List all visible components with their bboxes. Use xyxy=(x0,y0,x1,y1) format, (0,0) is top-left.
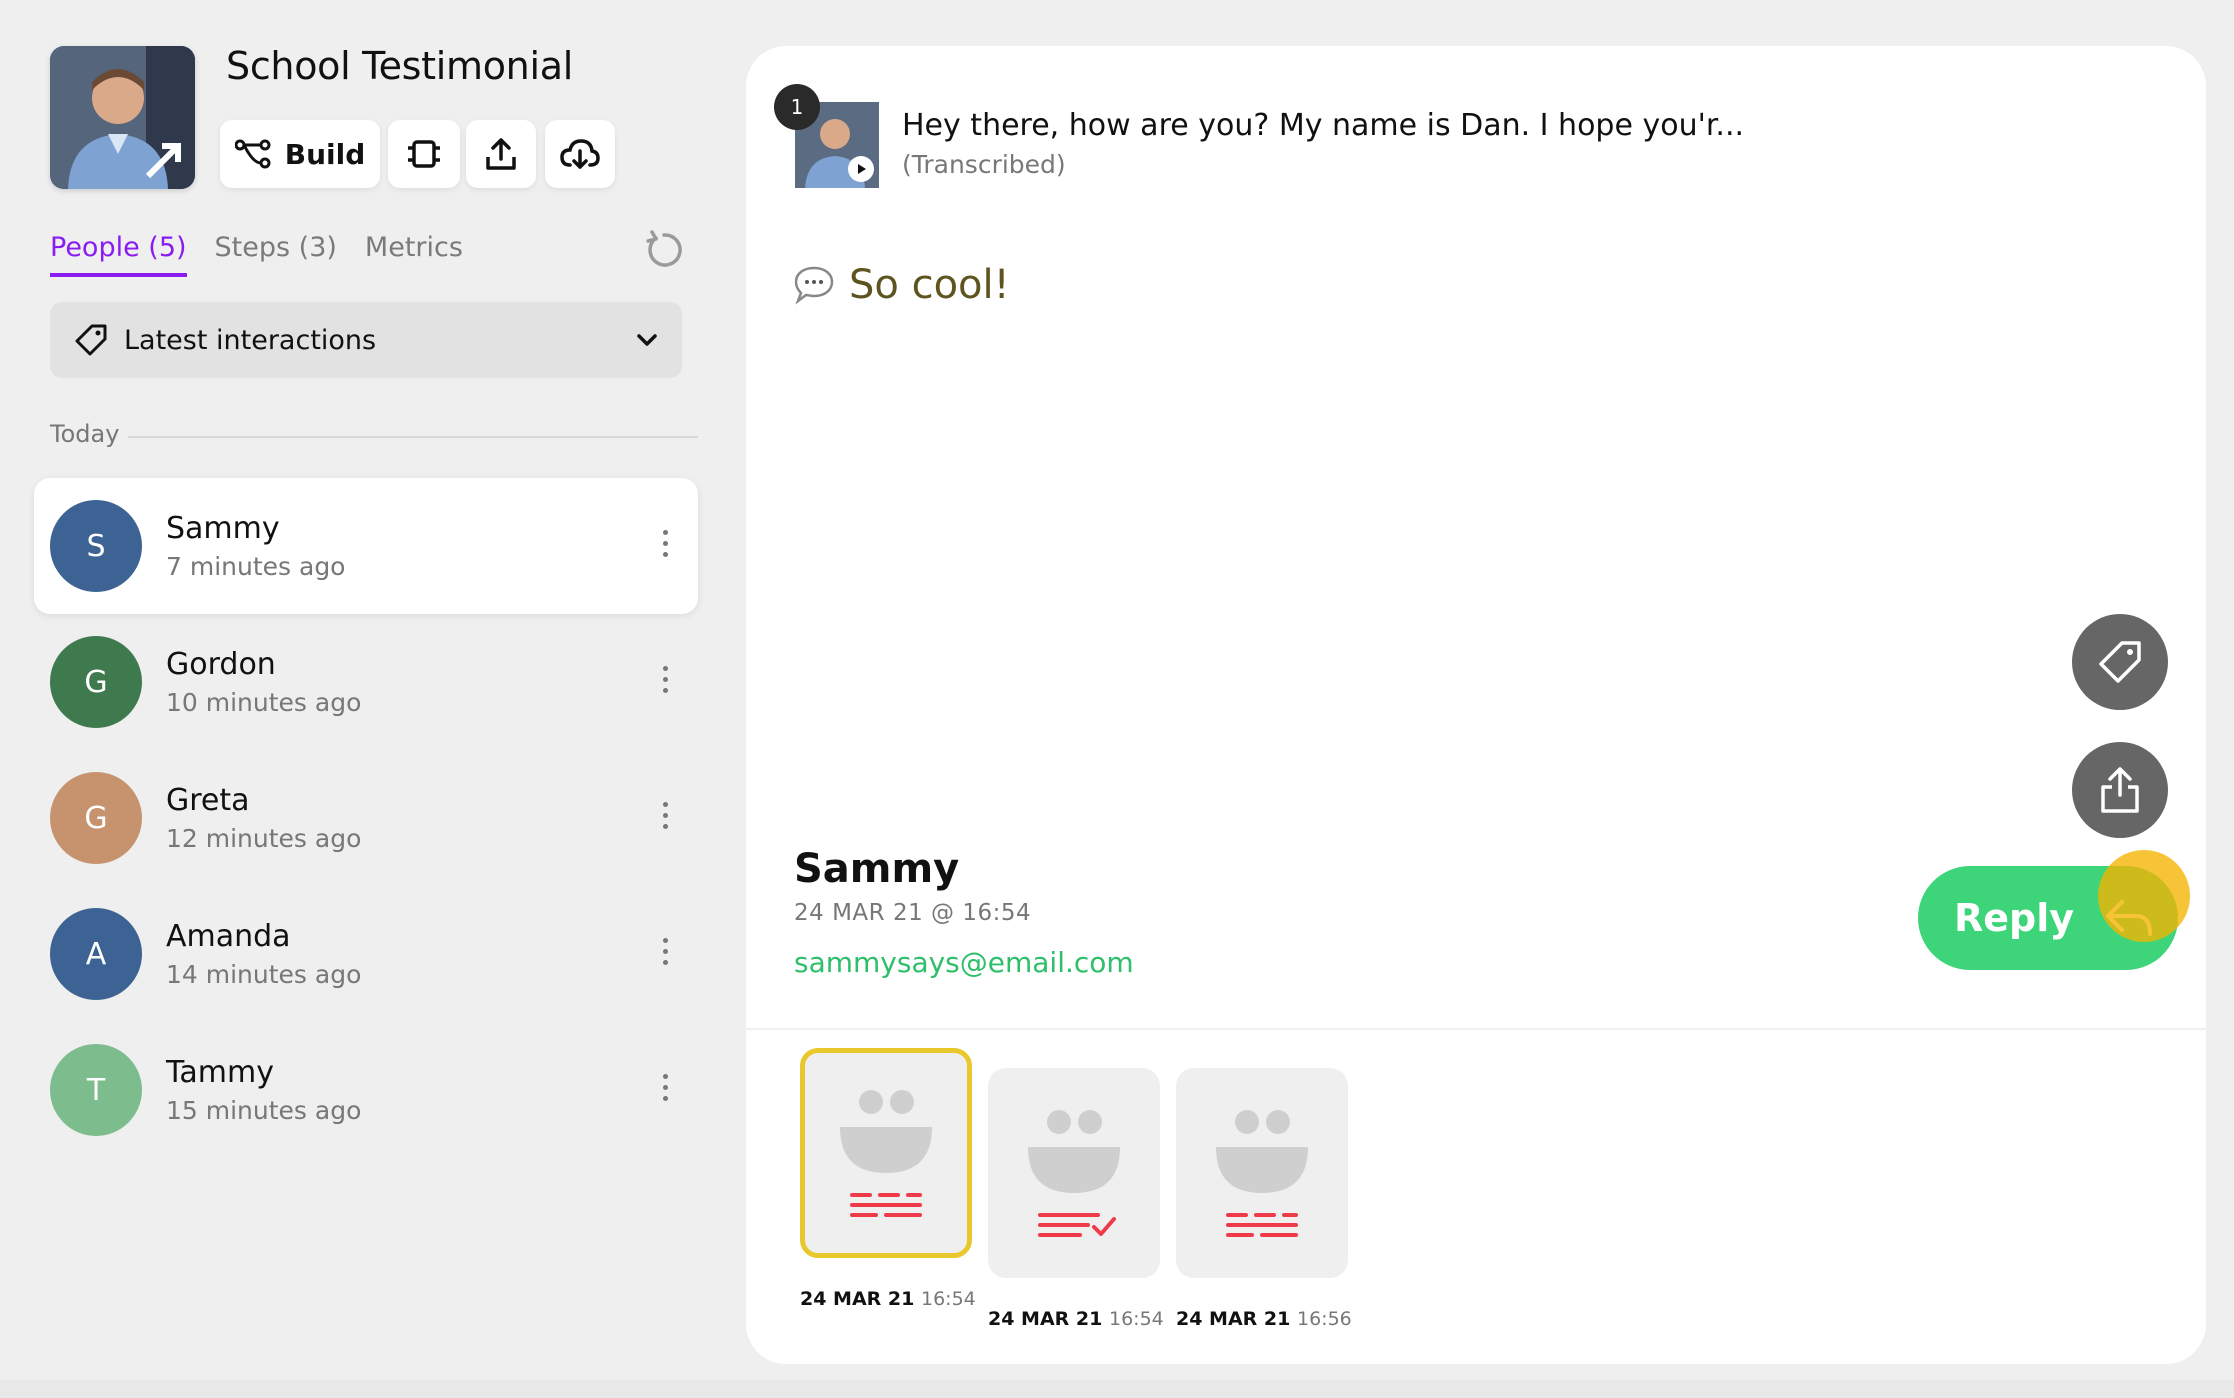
person-name: Greta xyxy=(166,783,250,818)
tab-metrics[interactable]: Metrics xyxy=(365,232,463,277)
section-divider xyxy=(128,436,698,438)
person-row-tammy[interactable]: T Tammy 15 minutes ago xyxy=(34,1022,698,1158)
clip-button[interactable] xyxy=(388,120,460,188)
person-video-thumbnail-icon xyxy=(50,46,195,189)
person-name: Amanda xyxy=(166,919,291,954)
cursor-highlight xyxy=(2098,850,2190,942)
tab-steps[interactable]: Steps (3) xyxy=(215,232,337,277)
more-options-icon[interactable] xyxy=(662,802,668,832)
smiley-text-check-icon xyxy=(1028,1110,1120,1237)
more-options-icon[interactable] xyxy=(662,938,668,968)
sender-name: Sammy xyxy=(794,846,960,892)
comment: So cool! xyxy=(793,262,1010,308)
tabs: People (5) Steps (3) Metrics xyxy=(50,232,463,277)
person-name: Gordon xyxy=(166,647,276,682)
more-options-icon[interactable] xyxy=(662,530,668,560)
panel-divider xyxy=(746,1028,2206,1030)
download-button[interactable] xyxy=(545,120,615,188)
filter-label: Latest interactions xyxy=(124,324,377,356)
speech-bubble-icon xyxy=(794,266,834,305)
section-label-today: Today xyxy=(50,420,120,448)
clip-icon xyxy=(408,140,440,168)
person-row-amanda[interactable]: A Amanda 14 minutes ago xyxy=(34,886,698,1022)
person-row-greta[interactable]: G Greta 12 minutes ago xyxy=(34,750,698,886)
play-icon[interactable] xyxy=(848,156,874,182)
share-response-button[interactable] xyxy=(2072,742,2168,838)
tag-button[interactable] xyxy=(2072,614,2168,710)
avatar: T xyxy=(50,1044,142,1136)
smiley-text-icon xyxy=(840,1090,932,1217)
person-time: 10 minutes ago xyxy=(166,688,362,717)
person-row-gordon[interactable]: G Gordon 10 minutes ago xyxy=(34,614,698,750)
response-card-date: 24 MAR 21 16:54 xyxy=(988,1308,1164,1330)
message-transcript: Hey there, how are you? My name is Dan. … xyxy=(902,108,1745,143)
avatar: A xyxy=(50,908,142,1000)
refresh-button[interactable] xyxy=(644,230,684,270)
person-row-sammy[interactable]: S Sammy 7 minutes ago xyxy=(34,478,698,614)
upload-icon xyxy=(486,138,516,170)
reply-label: Reply xyxy=(1954,896,2075,940)
flow-icon xyxy=(234,139,271,169)
person-time: 14 minutes ago xyxy=(166,960,362,989)
step-number-badge: 1 xyxy=(774,84,820,130)
refresh-icon xyxy=(646,230,682,267)
project-thumbnail[interactable] xyxy=(50,46,195,189)
avatar: S xyxy=(50,500,142,592)
avatar: G xyxy=(50,772,142,864)
response-card[interactable] xyxy=(988,1068,1160,1278)
response-card[interactable] xyxy=(1176,1068,1348,1278)
window-bottom-edge xyxy=(0,1380,2234,1398)
person-name: Tammy xyxy=(166,1055,274,1090)
response-card-date: 24 MAR 21 16:56 xyxy=(1176,1308,1352,1330)
person-name: Sammy xyxy=(166,511,280,546)
avatar: G xyxy=(50,636,142,728)
more-options-icon[interactable] xyxy=(662,1074,668,1104)
sender-email-link[interactable]: sammysays@email.com xyxy=(794,946,1134,979)
project-title: School Testimonial xyxy=(226,44,573,88)
smiley-text-icon xyxy=(1216,1110,1308,1237)
tag-icon xyxy=(2099,641,2141,683)
build-button[interactable]: Build xyxy=(220,120,380,188)
share-button[interactable] xyxy=(466,120,536,188)
comment-text: So cool! xyxy=(849,262,1010,308)
person-time: 12 minutes ago xyxy=(166,824,362,853)
person-time: 15 minutes ago xyxy=(166,1096,362,1125)
message-transcribed-label: (Transcribed) xyxy=(902,150,1066,179)
tab-people[interactable]: People (5) xyxy=(50,232,187,277)
share-icon xyxy=(2101,767,2139,813)
interaction-filter-dropdown[interactable]: Latest interactions xyxy=(50,302,682,378)
response-card[interactable] xyxy=(800,1048,972,1258)
build-label: Build xyxy=(284,137,366,171)
more-options-icon[interactable] xyxy=(662,666,668,696)
sender-date: 24 MAR 21 @ 16:54 xyxy=(794,900,1032,926)
response-card-date: 24 MAR 21 16:54 xyxy=(800,1288,976,1310)
person-time: 7 minutes ago xyxy=(166,552,346,581)
cloud-download-icon xyxy=(560,139,600,169)
chevron-down-icon xyxy=(637,334,657,346)
tag-icon xyxy=(75,324,107,356)
